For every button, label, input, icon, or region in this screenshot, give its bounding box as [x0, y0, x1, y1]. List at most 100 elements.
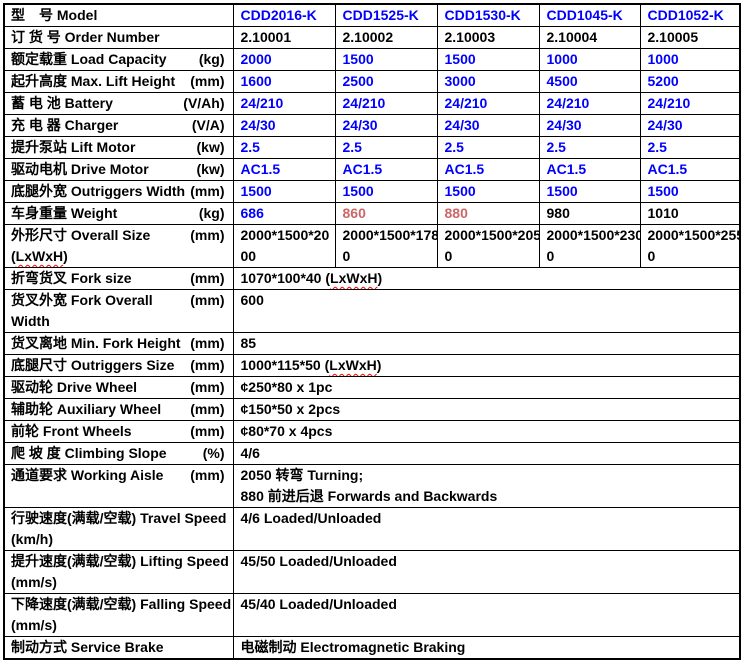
row-load-capacity: 额定载重 Load Capacity(kg) 2000 1500 1500 10… [4, 49, 740, 71]
value-cell: 2.5 [539, 137, 640, 159]
value-cell: 24/210 [640, 93, 740, 115]
row-unit: (mm) [190, 71, 224, 92]
value-cell: 4/6 Loaded/Unloaded [233, 508, 740, 551]
value-cell: 1500 [437, 181, 539, 203]
value-cell: 2000*1500*255 0 [640, 225, 740, 268]
value-cell: ¢80*70 x 4pcs [233, 421, 740, 443]
row-min-fork-height: 货叉离地 Min. Fork Height(mm) 85 [4, 333, 740, 355]
value-cell: 2.10002 [335, 27, 437, 49]
row-label: 蓄 电 池 Battery [11, 93, 113, 114]
spellcheck-squiggle: LxWxH [329, 357, 376, 373]
value-cell: ¢150*50 x 2pcs [233, 399, 740, 421]
value-cell: 24/30 [539, 115, 640, 137]
value-cell: 1500 [335, 49, 437, 71]
row-label: 行驶速度(满载/空载) Travel Speed (km/h) [4, 508, 233, 551]
row-weight: 车身重量 Weight(kg) 686 860 880 980 1010 [4, 203, 740, 225]
row-auxiliary-wheel: 辅助轮 Auxiliary Wheel(mm) ¢150*50 x 2pcs [4, 399, 740, 421]
row-lift-height: 起升高度 Max. Lift Height(mm) 1600 2500 3000… [4, 71, 740, 93]
row-fork-overall-width: 货叉外宽 Fork Overall Width(mm) 600 [4, 290, 740, 333]
value-cell: 45/40 Loaded/Unloaded [233, 594, 740, 637]
row-unit: (mm) [190, 268, 224, 289]
value-cell: 2050 转弯 Turning; 880 前进后退 Forwards and B… [233, 465, 740, 508]
row-service-brake: 制动方式 Service Brake 电磁制动 Electromagnetic … [4, 637, 740, 660]
row-unit: (mm) [190, 355, 224, 376]
row-label: 起升高度 Max. Lift Height [11, 71, 175, 92]
value-cell: 2.10001 [233, 27, 335, 49]
value-cell: 24/210 [437, 93, 539, 115]
value-cell: 2.5 [640, 137, 740, 159]
row-unit: (kg) [199, 203, 225, 224]
row-label: 驱动电机 Drive Motor [11, 159, 149, 180]
row-lifting-speed: 提升速度(满载/空载) Lifting Speed (mm/s) 45/50 L… [4, 551, 740, 594]
value-cell: 2.5 [437, 137, 539, 159]
value-cell: 24/210 [233, 93, 335, 115]
row-overall-size: 外形尺寸 Overall Size (LxWxH)(mm) 2000*1500*… [4, 225, 740, 268]
value-cell: 2000*1500*205 0 [437, 225, 539, 268]
row-label: 底腿外宽 Outriggers Width [11, 181, 185, 202]
spellcheck-squiggle: LxWxH [16, 248, 63, 264]
value-cell: 2000*1500*20 00 [233, 225, 335, 268]
value-cell: 1500 [640, 181, 740, 203]
row-unit: (mm) [190, 225, 224, 267]
value-cell: 1600 [233, 71, 335, 93]
model-cell: CDD1045-K [539, 4, 640, 27]
spec-table: 型 号 Model CDD2016-K CDD1525-K CDD1530-K … [3, 3, 741, 660]
value-cell: 860 [335, 203, 437, 225]
spellcheck-squiggle: LxWxH [330, 270, 377, 286]
value-cell: 2000 [233, 49, 335, 71]
value-cell: 1000*115*50 (LxWxH) [233, 355, 740, 377]
row-label: 制动方式 Service Brake [11, 637, 164, 658]
value-cell: 1010 [640, 203, 740, 225]
row-label: 车身重量 Weight [11, 203, 117, 224]
row-battery: 蓄 电 池 Battery (V/Ah) 24/210 24/210 24/210… [4, 93, 740, 115]
value-cell: 4/6 [233, 443, 740, 465]
row-unit: (V/Ah) [183, 93, 224, 114]
value-cell: 24/30 [233, 115, 335, 137]
row-label: 订 货 号 Order Number [11, 27, 160, 48]
row-unit: (mm) [190, 181, 224, 202]
row-unit: (mm) [190, 377, 224, 398]
value-cell: 880 [437, 203, 539, 225]
value-cell: AC1.5 [539, 159, 640, 181]
row-charger: 充 电 器 Charger(V/A) 24/30 24/30 24/30 24/… [4, 115, 740, 137]
row-label: 货叉外宽 Fork Overall Width [11, 290, 190, 332]
row-label: 额定载重 Load Capacity [11, 49, 167, 70]
value-cell: 600 [233, 290, 740, 333]
value-cell: 电磁制动 Electromagnetic Braking [233, 637, 740, 660]
row-climbing-slope: 爬 坡 度 Climbing Slope(%) 4/6 [4, 443, 740, 465]
value-cell: 4500 [539, 71, 640, 93]
value-cell: 1000 [539, 49, 640, 71]
row-unit: (mm) [190, 290, 224, 332]
value-cell: 2000*1500*230 0 [539, 225, 640, 268]
row-label: 下降速度(满载/空载) Falling Speed (mm/s) [4, 594, 233, 637]
value-cell: 1070*100*40 (LxWxH) [233, 268, 740, 290]
row-unit: (mm) [190, 333, 224, 354]
row-label: 折弯货叉 Fork size [11, 268, 132, 289]
value-cell: AC1.5 [233, 159, 335, 181]
value-cell: 1500 [335, 181, 437, 203]
row-lift-motor: 提升泵站 Lift Motor(kw) 2.5 2.5 2.5 2.5 2.5 [4, 137, 740, 159]
value-cell: AC1.5 [335, 159, 437, 181]
value-cell: 2.10004 [539, 27, 640, 49]
model-cell: CDD1052-K [640, 4, 740, 27]
row-label: 爬 坡 度 Climbing Slope [11, 443, 167, 464]
value-cell: 24/30 [640, 115, 740, 137]
model-cell: CDD1525-K [335, 4, 437, 27]
value-cell: AC1.5 [437, 159, 539, 181]
value-cell: 2500 [335, 71, 437, 93]
row-label: 型 号 Model [11, 5, 97, 26]
row-label: 前轮 Front Wheels [11, 421, 132, 442]
value-cell: 2.10003 [437, 27, 539, 49]
row-outriggers-width: 底腿外宽 Outriggers Width(mm) 1500 1500 1500… [4, 181, 740, 203]
value-cell: 2.5 [335, 137, 437, 159]
row-drive-wheel: 驱动轮 Drive Wheel(mm) ¢250*80 x 1pc [4, 377, 740, 399]
value-cell: 1500 [539, 181, 640, 203]
value-cell: AC1.5 [640, 159, 740, 181]
row-unit: (kg) [199, 49, 225, 70]
row-label: 驱动轮 Drive Wheel [11, 377, 137, 398]
row-label: 充 电 器 Charger [11, 115, 118, 136]
row-unit: (kw) [197, 137, 225, 158]
row-label: 货叉离地 Min. Fork Height [11, 333, 181, 354]
value-cell: 5200 [640, 71, 740, 93]
row-label: 外形尺寸 Overall Size (LxWxH) [11, 225, 190, 267]
